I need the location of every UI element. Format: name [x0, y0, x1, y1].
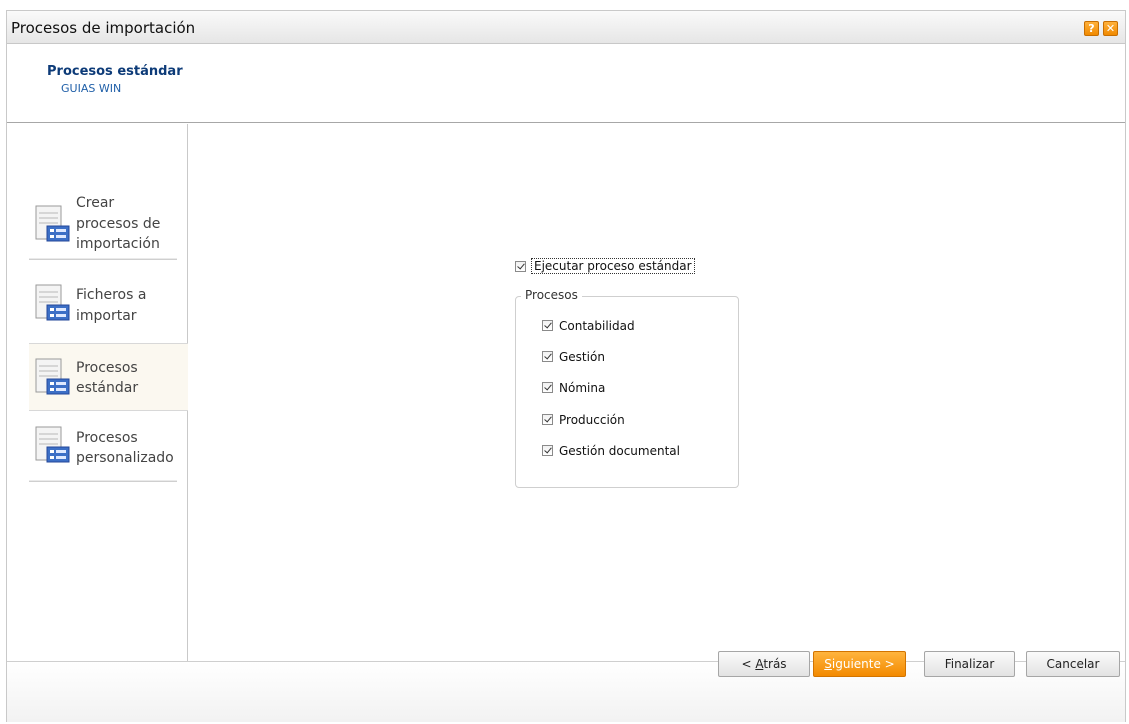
sidebar-item-ficheros[interactable]: Ficheros a importar: [29, 272, 177, 332]
process-label: Contabilidad: [559, 318, 635, 333]
document-list-icon: [35, 284, 70, 321]
wizard-content: Ejecutar proceso estándar Procesos Conta…: [189, 124, 1125, 661]
sidebar-item-label: Ficheros a: [76, 287, 147, 303]
sidebar-item-procesos-estandar[interactable]: Procesos estándar: [29, 343, 188, 411]
finish-button[interactable]: Finalizar: [924, 651, 1015, 677]
process-checkbox[interactable]: [542, 414, 553, 425]
process-label: Nómina: [559, 380, 606, 395]
steps-sidebar: Crear procesos de importación Ficheros a…: [7, 124, 188, 661]
sidebar-item-label: importar: [76, 308, 137, 324]
process-label: Gestión: [559, 349, 605, 364]
wizard-header: Procesos estándar GUIAS WIN: [7, 45, 1125, 123]
close-button[interactable]: ✕: [1103, 21, 1118, 36]
execute-standard-checkbox[interactable]: [515, 260, 526, 272]
process-checkbox[interactable]: [542, 382, 553, 393]
cancel-button[interactable]: Cancelar: [1026, 651, 1120, 677]
process-option-produccion[interactable]: Producción: [542, 412, 625, 428]
sidebar-item-crear-procesos[interactable]: Crear procesos de importación: [29, 188, 177, 260]
sidebar-divider: [29, 480, 177, 482]
sidebar-item-label: Procesos: [76, 430, 138, 446]
sidebar-item-label: procesos de: [76, 216, 161, 232]
sidebar-divider: [29, 258, 177, 260]
import-wizard-window: Procesos de importación ? ✕ Procesos est…: [6, 10, 1126, 722]
document-list-icon: [35, 205, 70, 242]
sidebar-item-label: Crear: [76, 195, 115, 211]
title-bar: Procesos de importación ? ✕: [7, 11, 1125, 44]
processes-group-title: Procesos: [521, 288, 582, 302]
process-checkbox[interactable]: [542, 445, 553, 456]
sidebar-item-label: Procesos: [76, 360, 138, 376]
sidebar-item-label: personalizado: [76, 450, 174, 466]
back-button[interactable]: < Atrás: [718, 651, 810, 677]
document-list-icon: [35, 426, 70, 463]
processes-group: Procesos Contabilidad Gestión Nómina Pro…: [515, 288, 739, 488]
sidebar-item-label: estándar: [76, 380, 139, 396]
process-checkbox[interactable]: [542, 320, 553, 331]
process-option-gestion[interactable]: Gestión: [542, 349, 605, 365]
window-title: Procesos de importación: [11, 19, 196, 37]
process-checkbox[interactable]: [542, 351, 553, 362]
process-option-nomina[interactable]: Nómina: [542, 380, 605, 396]
sidebar-item-procesos-personalizado[interactable]: Procesos personalizado: [29, 416, 177, 482]
process-label: Gestión documental: [559, 443, 680, 458]
step-title: Procesos estándar: [47, 64, 183, 79]
step-subtitle: GUIAS WIN: [61, 82, 122, 95]
process-label: Producción: [559, 412, 625, 427]
process-option-contabilidad[interactable]: Contabilidad: [542, 318, 635, 334]
sidebar-item-label: importación: [76, 236, 160, 252]
help-button[interactable]: ?: [1084, 21, 1099, 36]
process-option-gestion-documental[interactable]: Gestión documental: [542, 443, 680, 459]
document-list-icon: [35, 358, 70, 395]
execute-standard-row[interactable]: Ejecutar proceso estándar: [515, 258, 695, 276]
execute-standard-label: Ejecutar proceso estándar: [531, 258, 695, 274]
next-button[interactable]: Siguiente >: [813, 651, 906, 677]
